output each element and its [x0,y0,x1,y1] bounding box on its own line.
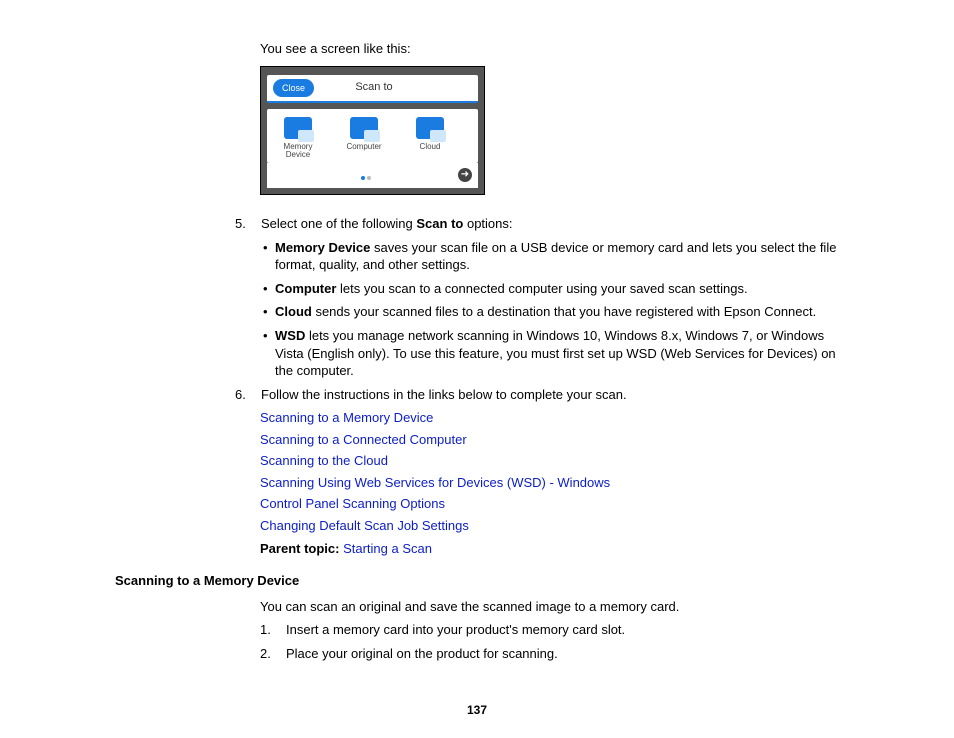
page-number: 137 [0,702,954,718]
bullet-cloud: Cloud sends your scanned files to a dest… [261,303,844,321]
ss-item-label: Cloud [420,143,441,151]
parent-topic-label: Parent topic: [260,541,343,556]
step-5-lead: Select one of the following Scan to opti… [261,216,513,231]
page: You see a screen like this: Close Scan t… [0,0,954,738]
memory-device-icon [284,117,312,139]
step-6: 6. Follow the instructions in the links … [235,386,844,404]
pagination-dots [360,167,372,185]
bold-scan-to: Scan to [416,216,463,231]
main-steps: 5. Select one of the following Scan to o… [235,215,844,403]
computer-icon [350,117,378,139]
step-number: 2. [260,645,271,663]
step-text: Insert a memory card into your product's… [286,622,625,637]
ss-item-computer[interactable]: Computer [341,117,387,159]
step-5-bullets: Memory Device saves your scan file on a … [261,239,844,380]
section2-step-2: 2. Place your original on the product fo… [260,645,844,663]
link-scan-memory-device[interactable]: Scanning to a Memory Device [260,409,844,427]
ss-item-label: Memory Device [275,143,321,159]
step-5: 5. Select one of the following Scan to o… [235,215,844,379]
link-parent-topic[interactable]: Starting a Scan [343,541,432,556]
ss-header: Close Scan to [267,75,478,103]
bullet-computer: Computer lets you scan to a connected co… [261,280,844,298]
next-arrow-icon[interactable]: ➜ [458,168,472,182]
step-number: 5. [235,215,246,233]
step-number: 6. [235,386,246,404]
link-control-panel-options[interactable]: Control Panel Scanning Options [260,495,844,513]
ss-title: Scan to [276,80,472,95]
step-number: 1. [260,621,271,639]
bullet-memory-device: Memory Device saves your scan file on a … [261,239,844,274]
step-6-text: Follow the instructions in the links bel… [261,387,627,402]
ss-item-cloud[interactable]: Cloud [407,117,453,159]
ss-item-memory-device[interactable]: Memory Device [275,117,321,159]
section2-intro: You can scan an original and save the sc… [260,598,844,616]
cloud-icon [416,117,444,139]
ss-footer: ➜ [267,163,478,189]
section2-body: You can scan an original and save the sc… [260,598,844,663]
section2-steps: 1. Insert a memory card into your produc… [260,621,844,662]
ui-screenshot: Close Scan to Memory Device Computer Clo… [260,66,485,196]
intro-text: You see a screen like this: [260,40,844,58]
link-change-default-settings[interactable]: Changing Default Scan Job Settings [260,517,844,535]
related-links: Scanning to a Memory Device Scanning to … [260,409,844,534]
link-scan-wsd[interactable]: Scanning Using Web Services for Devices … [260,474,844,492]
parent-topic-line: Parent topic: Starting a Scan [260,540,844,558]
link-scan-connected-computer[interactable]: Scanning to a Connected Computer [260,431,844,449]
section-heading: Scanning to a Memory Device [115,572,844,590]
ss-icon-row: Memory Device Computer Cloud [267,109,478,163]
bullet-wsd: WSD lets you manage network scanning in … [261,327,844,380]
step-text: Place your original on the product for s… [286,646,558,661]
ss-item-label: Computer [346,143,381,151]
link-scan-cloud[interactable]: Scanning to the Cloud [260,452,844,470]
section2-step-1: 1. Insert a memory card into your produc… [260,621,844,639]
